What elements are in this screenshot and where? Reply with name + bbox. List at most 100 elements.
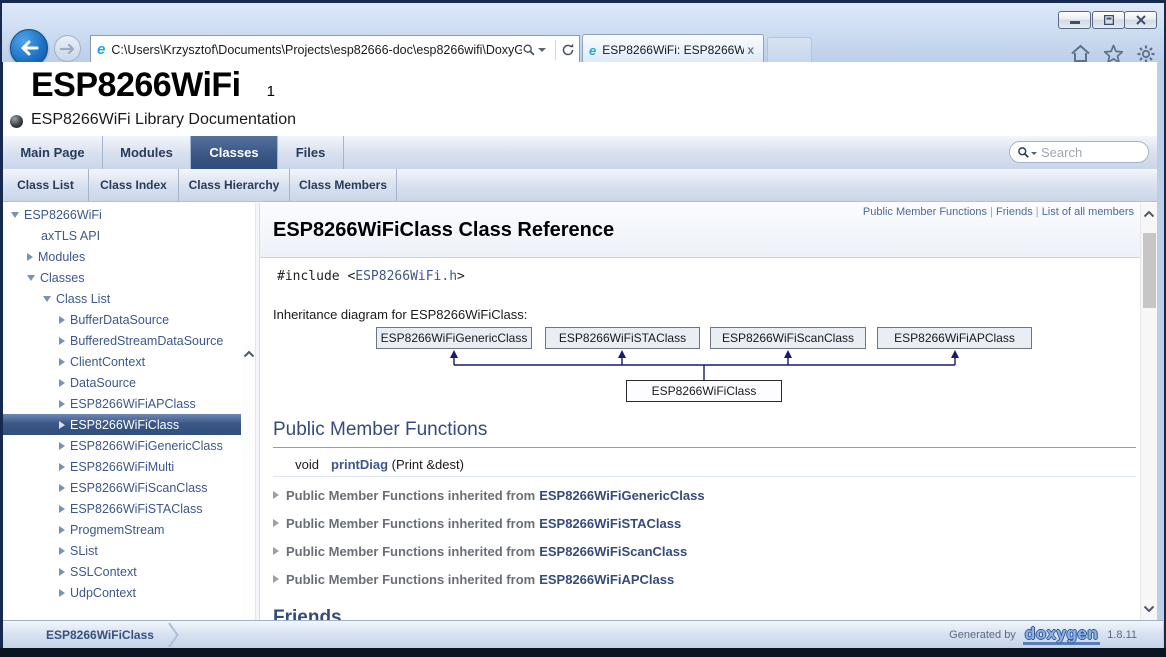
new-tab-button[interactable] xyxy=(767,37,812,64)
chevron-right-icon[interactable] xyxy=(59,400,65,408)
tab-title: ESP8266WiFi: ESP8266WiFi... xyxy=(602,43,744,57)
tab-favicon-icon: e xyxy=(589,44,596,57)
chevron-right-icon[interactable] xyxy=(59,589,65,597)
sidebar-item-udpcontext[interactable]: UdpContext xyxy=(3,582,241,603)
scroll-down-icon[interactable] xyxy=(1143,605,1155,613)
expand-arrow-icon[interactable] xyxy=(273,491,279,499)
tab-files[interactable]: Files xyxy=(278,136,344,169)
diagram-node-esp8266wifiapclass[interactable]: ESP8266WiFiAPClass xyxy=(877,327,1032,349)
inherited-class-link[interactable]: ESP8266WiFiScanClass xyxy=(539,544,687,559)
browser-chrome: e e ESP8266WiFi: ESP8266WiFi... x xyxy=(2,3,1164,62)
search-input[interactable] xyxy=(1041,145,1140,160)
doxygen-search-box[interactable] xyxy=(1009,141,1149,163)
inheritance-caption: Inheritance diagram for ESP8266WiFiClass… xyxy=(273,307,527,322)
tab-main-page[interactable]: Main Page xyxy=(3,136,103,169)
sidebar-item-axtls-api[interactable]: axTLS API xyxy=(3,225,241,246)
sidebar-item-slist[interactable]: SList xyxy=(3,540,241,561)
diagram-node-esp8266wifistaclass[interactable]: ESP8266WiFiSTAClass xyxy=(545,327,700,349)
sidebar-item-class-list[interactable]: Class List xyxy=(3,288,241,309)
content-vertical-scrollbar[interactable] xyxy=(1140,203,1157,620)
search-icon[interactable] xyxy=(522,43,536,57)
expand-arrow-icon[interactable] xyxy=(273,519,279,527)
close-icon xyxy=(1136,15,1146,25)
doxygen-logo[interactable]: doxygen xyxy=(1023,624,1100,645)
chevron-down-icon[interactable] xyxy=(43,296,51,302)
sidebar-item-esp8266wifigenericclass[interactable]: ESP8266WiFiGenericClass xyxy=(3,435,241,456)
sidebar-vertical-scrollbar[interactable] xyxy=(242,344,256,620)
forward-button[interactable] xyxy=(54,35,81,62)
summary-link-public-member-functions[interactable]: Public Member Functions xyxy=(863,206,987,218)
diagram-node-esp8266wifigenericclass[interactable]: ESP8266WiFiGenericClass xyxy=(376,327,532,349)
sidebar-item-bufferedstreamdatasource[interactable]: BufferedStreamDataSource xyxy=(3,330,241,351)
chevron-right-icon[interactable] xyxy=(59,379,65,387)
sidebar-item-esp8266wifimulti[interactable]: ESP8266WiFiMulti xyxy=(3,456,241,477)
include-file-link[interactable]: ESP8266WiFi.h xyxy=(355,269,457,284)
chevron-right-icon[interactable] xyxy=(59,421,65,429)
scroll-up-icon[interactable] xyxy=(243,350,255,358)
tab-class-hierarchy[interactable]: Class Hierarchy xyxy=(179,169,290,201)
tab-classes[interactable]: Classes xyxy=(191,136,278,169)
chevron-right-icon[interactable] xyxy=(59,442,65,450)
project-name: ESP8266WiFi1 xyxy=(31,66,274,105)
search-dropdown-icon[interactable] xyxy=(538,48,546,52)
chevron-right-icon[interactable] xyxy=(59,358,65,366)
maximize-icon xyxy=(1104,15,1114,25)
inherited-section-staclass[interactable]: Public Member Functions inherited fromES… xyxy=(273,514,681,532)
chevron-right-icon[interactable] xyxy=(59,568,65,576)
breadcrumb-item[interactable]: ESP8266WiFiClass xyxy=(46,628,154,642)
minimize-button[interactable] xyxy=(1058,11,1091,29)
chevron-right-icon[interactable] xyxy=(59,463,65,471)
sidebar-item-bufferdatasource[interactable]: BufferDataSource xyxy=(3,309,241,330)
sidebar-item-progmemstream[interactable]: ProgmemStream xyxy=(3,519,241,540)
content-header: Public Member Functions | Friends | List… xyxy=(260,203,1140,258)
chevron-right-icon[interactable] xyxy=(59,505,65,513)
diagram-node-esp8266wifiscanclass[interactable]: ESP8266WiFiScanClass xyxy=(710,327,866,349)
sidebar-item-esp8266wificlass-selected[interactable]: ESP8266WiFiClass xyxy=(3,414,241,435)
chevron-right-icon[interactable] xyxy=(59,526,65,534)
sidebar-item-esp8266wifi[interactable]: ESP8266WiFi xyxy=(3,204,241,225)
generated-by: Generated by doxygen 1.8.11 xyxy=(949,624,1163,645)
tab-class-list[interactable]: Class List xyxy=(3,169,89,201)
member-args: (Print &dest) xyxy=(388,457,464,472)
close-button[interactable] xyxy=(1124,11,1157,29)
maximize-button[interactable] xyxy=(1092,11,1125,29)
browser-tab[interactable]: e ESP8266WiFi: ESP8266WiFi... x xyxy=(582,34,764,65)
sidebar-item-modules[interactable]: Modules xyxy=(3,246,241,267)
inherited-section-scanclass[interactable]: Public Member Functions inherited fromES… xyxy=(273,542,687,560)
inherited-class-link[interactable]: ESP8266WiFiAPClass xyxy=(539,572,674,587)
chevron-right-icon[interactable] xyxy=(59,484,65,492)
sidebar-item-esp8266wifiapclass[interactable]: ESP8266WiFiAPClass xyxy=(3,393,241,414)
url-input[interactable] xyxy=(111,43,522,57)
scrollbar-thumb[interactable] xyxy=(1143,233,1156,308)
chevron-right-icon[interactable] xyxy=(59,337,65,345)
chevron-right-icon[interactable] xyxy=(59,316,65,324)
chevron-right-icon[interactable] xyxy=(27,253,33,261)
tab-modules[interactable]: Modules xyxy=(103,136,191,169)
summary-link-list-of-all-members[interactable]: List of all members xyxy=(1042,206,1134,218)
address-bar[interactable]: e xyxy=(90,35,580,64)
chevron-right-icon[interactable] xyxy=(59,547,65,555)
tab-class-members[interactable]: Class Members xyxy=(290,169,397,201)
summary-link-friends[interactable]: Friends xyxy=(996,206,1033,218)
inherited-section-genericclass[interactable]: Public Member Functions inherited fromES… xyxy=(273,486,705,504)
sidebar-item-sslcontext[interactable]: SSLContext xyxy=(3,561,241,582)
chevron-down-icon[interactable] xyxy=(27,275,35,281)
sidebar-item-clientcontext[interactable]: ClientContext xyxy=(3,351,241,372)
inherited-section-apclass[interactable]: Public Member Functions inherited fromES… xyxy=(273,570,674,588)
section-heading-public-member-functions: Public Member Functions xyxy=(273,419,1136,448)
search-magnifier-icon[interactable] xyxy=(1017,146,1030,159)
scroll-up-icon[interactable] xyxy=(1143,210,1155,218)
sidebar-item-datasource[interactable]: DataSource xyxy=(3,372,241,393)
inherited-class-link[interactable]: ESP8266WiFiGenericClass xyxy=(539,488,704,503)
refresh-icon[interactable] xyxy=(561,43,575,57)
sidebar-item-esp8266wifistaclass[interactable]: ESP8266WiFiSTAClass xyxy=(3,498,241,519)
tab-class-index[interactable]: Class Index xyxy=(89,169,179,201)
sidebar-item-classes[interactable]: Classes xyxy=(3,267,241,288)
tab-close-icon[interactable]: x xyxy=(744,43,757,57)
expand-arrow-icon[interactable] xyxy=(273,575,279,583)
sidebar-item-esp8266wifiscanclass[interactable]: ESP8266WiFiScanClass xyxy=(3,477,241,498)
expand-arrow-icon[interactable] xyxy=(273,547,279,555)
inherited-class-link[interactable]: ESP8266WiFiSTAClass xyxy=(539,516,681,531)
search-filter-caret-icon[interactable] xyxy=(1031,152,1037,155)
chevron-down-icon[interactable] xyxy=(11,212,19,218)
